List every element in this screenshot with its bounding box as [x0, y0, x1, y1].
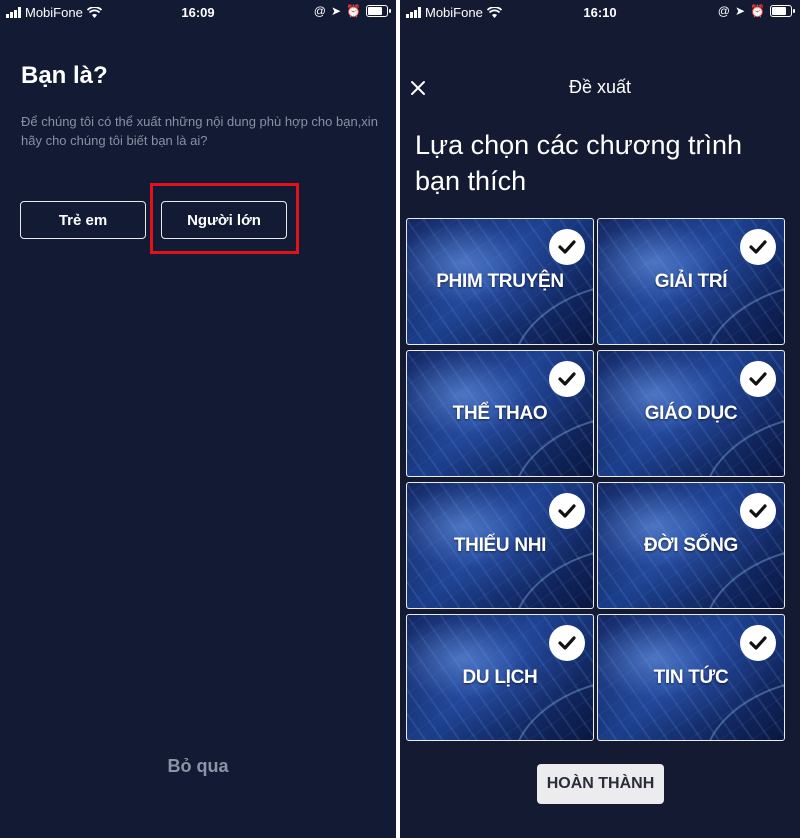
check-icon [549, 361, 585, 397]
alarm-icon: ⏰ [750, 4, 765, 18]
check-icon [740, 361, 776, 397]
category-label: GIÁO DỤC [644, 403, 738, 424]
header-title: Đề xuất [568, 77, 632, 97]
category-tile[interactable]: ĐỜI SỐNG [597, 482, 785, 609]
check-icon [740, 625, 776, 661]
category-tile[interactable]: THIẾU NHI [406, 482, 594, 609]
check-icon [549, 625, 585, 661]
category-label: TIN TỨC [653, 667, 729, 688]
status-bar: MobiFone 16:10 @ ➤ ⏰ [400, 0, 800, 24]
category-label: GIẢI TRÍ [654, 271, 728, 292]
category-tile[interactable]: TIN TỨC [597, 614, 785, 741]
location-icon: ➤ [734, 4, 746, 18]
battery-icon [366, 5, 391, 17]
check-icon [740, 229, 776, 265]
check-icon [549, 493, 585, 529]
skip-button[interactable]: Bỏ qua [0, 756, 396, 777]
category-tile[interactable]: GIẢI TRÍ [597, 218, 785, 345]
category-tile[interactable]: THỂ THAO [406, 350, 594, 477]
category-tile[interactable]: PHIM TRUYỆN [406, 218, 594, 345]
category-label: THỂ THAO [452, 403, 548, 424]
status-bar: MobiFone 16:09 @ ➤ ⏰ [0, 0, 396, 24]
category-label: THIẾU NHI [453, 535, 547, 556]
child-option-button[interactable]: Trẻ em [20, 201, 146, 239]
page-title: Bạn là? [21, 62, 108, 89]
category-grid: PHIM TRUYỆN GIẢI TRÍ THỂ THAO GIÁO DỤC T… [406, 218, 794, 742]
right-screen: MobiFone 16:10 @ ➤ ⏰ Đề xuất Lựa chọn cá… [400, 0, 800, 838]
highlight-box [150, 183, 299, 254]
at-icon: @ [313, 4, 326, 18]
left-screen: MobiFone 16:09 @ ➤ ⏰ Bạn là? Để chúng tô… [0, 0, 396, 838]
at-icon: @ [717, 4, 730, 18]
battery-icon [770, 5, 795, 17]
category-label: DU LỊCH [462, 667, 538, 688]
alarm-icon: ⏰ [346, 4, 361, 18]
page-heading: Lựa chọn các chương trình bạn thích [415, 130, 743, 196]
location-icon: ➤ [330, 4, 342, 18]
category-label: ĐỜI SỐNG [643, 535, 739, 556]
category-tile[interactable]: GIÁO DỤC [597, 350, 785, 477]
done-button[interactable]: HOÀN THÀNH [537, 764, 664, 804]
category-label: PHIM TRUYỆN [436, 271, 564, 292]
page-description: Để chúng tôi có thể xuất những nội dung … [21, 114, 378, 148]
check-icon [549, 229, 585, 265]
category-tile[interactable]: DU LỊCH [406, 614, 594, 741]
check-icon [740, 493, 776, 529]
